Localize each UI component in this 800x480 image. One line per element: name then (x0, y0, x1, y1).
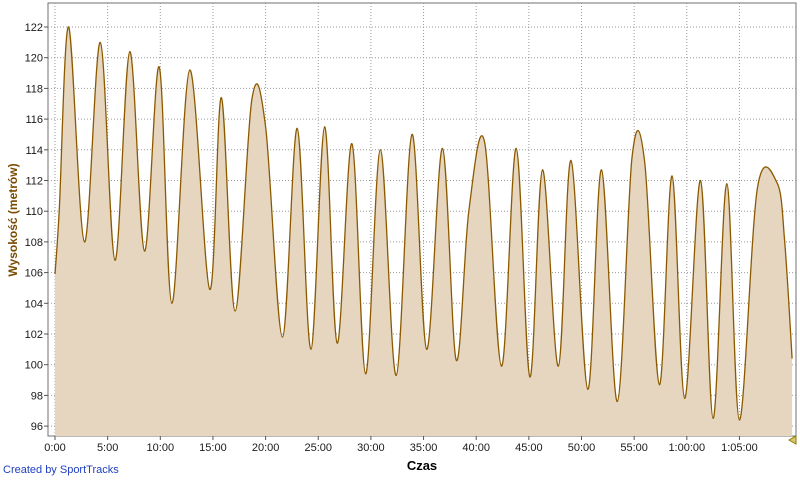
y-tick-label: 112 (25, 176, 43, 188)
y-tick-label: 102 (25, 329, 43, 341)
y-tick-label: 110 (25, 206, 43, 218)
x-tick-label: 55:00 (620, 442, 648, 454)
x-tick-label: 20:00 (252, 442, 280, 454)
y-tick-label: 118 (25, 83, 43, 95)
x-tick-label: 0:00 (44, 442, 65, 454)
x-axis-ticks: 0:00 5:00 10:00 15:00 20:00 25:00 30:00 35:00 40… (44, 436, 758, 454)
x-tick-label: 10:00 (147, 442, 175, 454)
y-tick-label: 104 (25, 298, 43, 310)
x-tick-label: 1:05:00 (721, 442, 758, 454)
y-tick-label: 96 (31, 421, 43, 433)
y-tick-label: 120 (25, 53, 43, 65)
y-tick-label: 122 (25, 22, 43, 34)
y-tick-label: 100 (25, 360, 43, 372)
scroll-marker-icon[interactable] (787, 435, 797, 445)
x-tick-label: 30:00 (357, 442, 385, 454)
y-tick-label: 108 (25, 237, 43, 249)
x-tick-label: 5:00 (97, 442, 118, 454)
sporttracks-credit-link[interactable]: Created by SportTracks (3, 464, 119, 476)
x-tick-label: 35:00 (410, 442, 438, 454)
x-axis-title: Czas (407, 458, 437, 473)
x-tick-label: 50:00 (568, 442, 596, 454)
x-tick-label: 1:00:00 (668, 442, 705, 454)
x-tick-label: 40:00 (462, 442, 490, 454)
elevation-chart: 0:00 5:00 10:00 15:00 20:00 25:00 30:00 35:00 40… (6, 2, 797, 473)
y-axis-ticks: 96 98 100 102 104 106 108 110 112 114 116 118 120 122 (25, 22, 48, 433)
x-tick-label: 25:00 (304, 442, 332, 454)
y-tick-label: 106 (25, 268, 43, 280)
x-tick-label: 15:00 (199, 442, 227, 454)
y-axis-title: Wysokość (metrów) (6, 163, 20, 276)
y-tick-label: 116 (25, 114, 43, 126)
y-tick-label: 114 (25, 145, 43, 157)
x-tick-label: 45:00 (515, 442, 543, 454)
y-tick-label: 98 (31, 390, 43, 402)
